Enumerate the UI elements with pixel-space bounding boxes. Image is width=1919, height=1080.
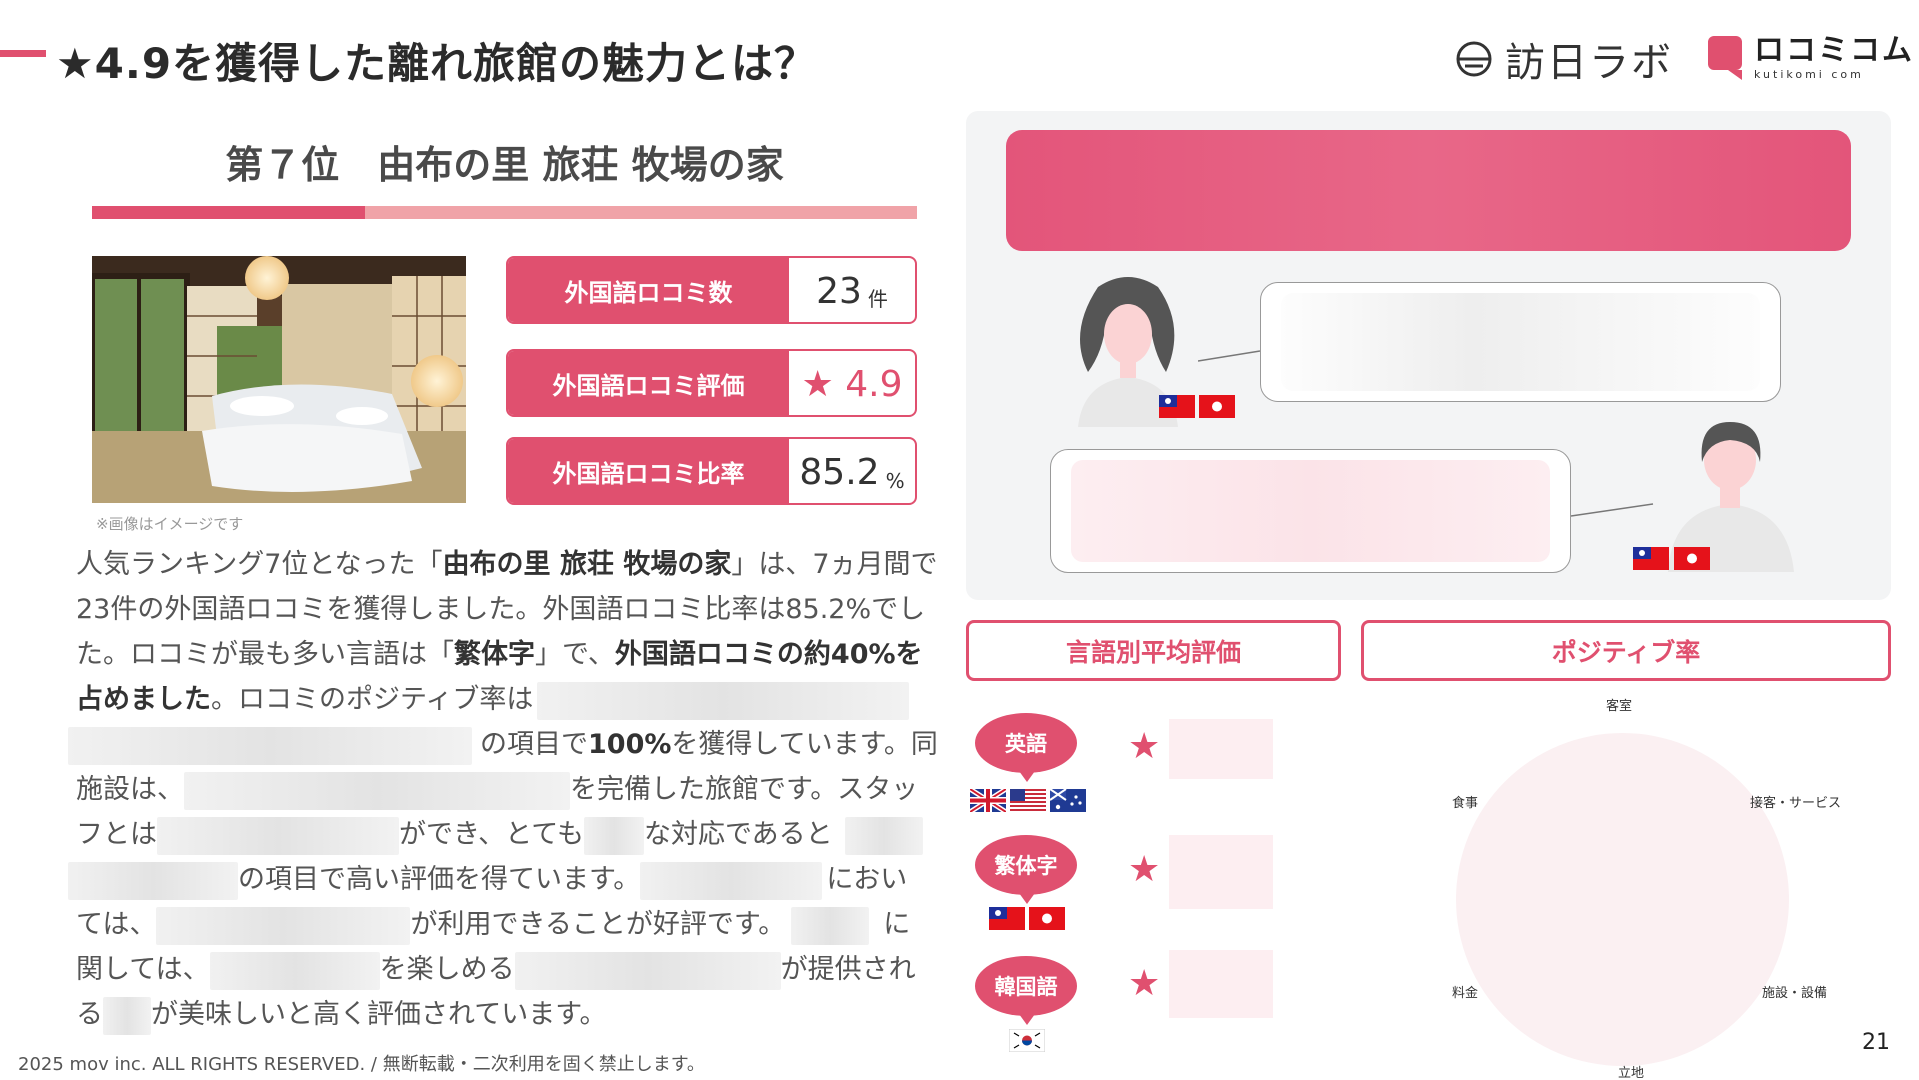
redacted-block <box>156 906 411 945</box>
redacted-block <box>791 906 870 945</box>
positive-rate-radar-chart <box>1456 733 1789 1066</box>
stat-label: 外国語ロコミ数 <box>508 258 789 322</box>
kutikomi-logo: ロコミコム kutikomi com <box>1708 36 1914 80</box>
stat-label: 外国語ロコミ評価 <box>508 351 789 415</box>
positive-rate-header: ポジティブ率 <box>1361 620 1891 681</box>
lang-score-redacted <box>1169 719 1273 779</box>
lang-pill-traditional-chinese: 繁体字 <box>975 835 1077 904</box>
review-bubble-2 <box>1050 449 1571 573</box>
radar-label-service: 接客・サービス <box>1750 796 1842 811</box>
tw-flag <box>989 907 1025 930</box>
page-number: 21 <box>1862 1030 1890 1055</box>
ranking-underline <box>92 206 917 219</box>
uk-flag <box>968 786 1008 815</box>
copyright-footer: 2025 mov inc. ALL RIGHTS RESERVED. / 無断転… <box>18 1054 705 1075</box>
stat-label: 外国語ロコミ比率 <box>508 439 789 503</box>
redacted-block <box>514 951 781 990</box>
tw-flag <box>1633 547 1669 570</box>
us-flag <box>1010 789 1046 812</box>
houjin-lab-logo: 訪日ラボ <box>1455 32 1673 86</box>
ryokan-room-photo <box>92 256 466 503</box>
redacted-block <box>157 816 399 855</box>
redacted-block <box>68 726 472 765</box>
description-text: 人気ランキング7位となった「由布の里 旅荘 牧場の家」は、7ヵ月間で 23件の外… <box>68 542 938 1037</box>
foreign-review-ratio-card: 外国語ロコミ比率 85.2% <box>506 437 917 505</box>
ranking-title: 第７位 由布の里 旅荘 牧場の家 <box>225 143 784 187</box>
foreign-review-count-card: 外国語ロコミ数 23 件 <box>506 256 917 324</box>
lang-score-redacted <box>1169 835 1273 909</box>
kr-flag <box>1008 1028 1046 1053</box>
review-banner <box>1006 130 1851 251</box>
redacted-block <box>209 951 380 990</box>
hk-flag <box>1674 547 1710 570</box>
stat-value: ★ 4.9 <box>801 364 903 405</box>
tw-flag <box>1159 395 1195 418</box>
star-icon: ★ <box>1128 726 1161 767</box>
hk-flag <box>1029 907 1065 930</box>
kutikomi-logo-icon <box>1708 36 1742 80</box>
stat-value: 85.2 <box>799 452 880 493</box>
au-flag <box>1049 788 1086 812</box>
star-icon: ★ <box>1128 963 1161 1004</box>
lang-score-redacted <box>1169 950 1273 1018</box>
star-icon: ★ <box>1128 849 1161 890</box>
redacted-block <box>103 996 151 1035</box>
bubble-pointer-line <box>1571 503 1654 517</box>
kutikomi-logo-subtext: kutikomi com <box>1754 68 1864 81</box>
houjin-logo-icon <box>1456 41 1492 77</box>
redacted-block <box>537 681 910 720</box>
photo-note: ※画像はイメージです <box>96 515 244 533</box>
redacted-block <box>583 816 644 855</box>
radar-label-facilities: 施設・設備 <box>1762 986 1828 1001</box>
redacted-block <box>844 816 923 855</box>
lang-pill-korean: 韓国語 <box>975 956 1077 1025</box>
review-bubble-1 <box>1260 282 1781 402</box>
title-accent-bar <box>0 50 46 57</box>
redacted-block <box>640 861 823 900</box>
bubble-pointer-line <box>1198 350 1261 362</box>
slide-title: ★4.9を獲得した離れ旅館の魅力とは？ <box>56 39 818 88</box>
redacted-block <box>68 861 238 900</box>
radar-label-room: 客室 <box>1606 699 1633 714</box>
lang-avg-rating-header: 言語別平均評価 <box>966 620 1341 681</box>
stat-value: 23 <box>816 271 862 312</box>
stat-unit: % <box>885 469 905 493</box>
kutikomi-logo-text: ロコミコム <box>1754 33 1914 68</box>
hk-flag <box>1199 395 1235 418</box>
lang-pill-english: 英語 <box>975 713 1077 782</box>
radar-label-location: 立地 <box>1618 1066 1645 1080</box>
radar-label-meal: 食事 <box>1452 796 1479 811</box>
stat-unit: 件 <box>867 287 888 311</box>
foreign-review-rating-card: 外国語ロコミ評価 ★ 4.9 <box>506 349 917 417</box>
houjin-logo-text: 訪日ラボ <box>1505 40 1673 86</box>
redacted-block <box>184 771 570 810</box>
radar-label-price: 料金 <box>1452 986 1479 1001</box>
